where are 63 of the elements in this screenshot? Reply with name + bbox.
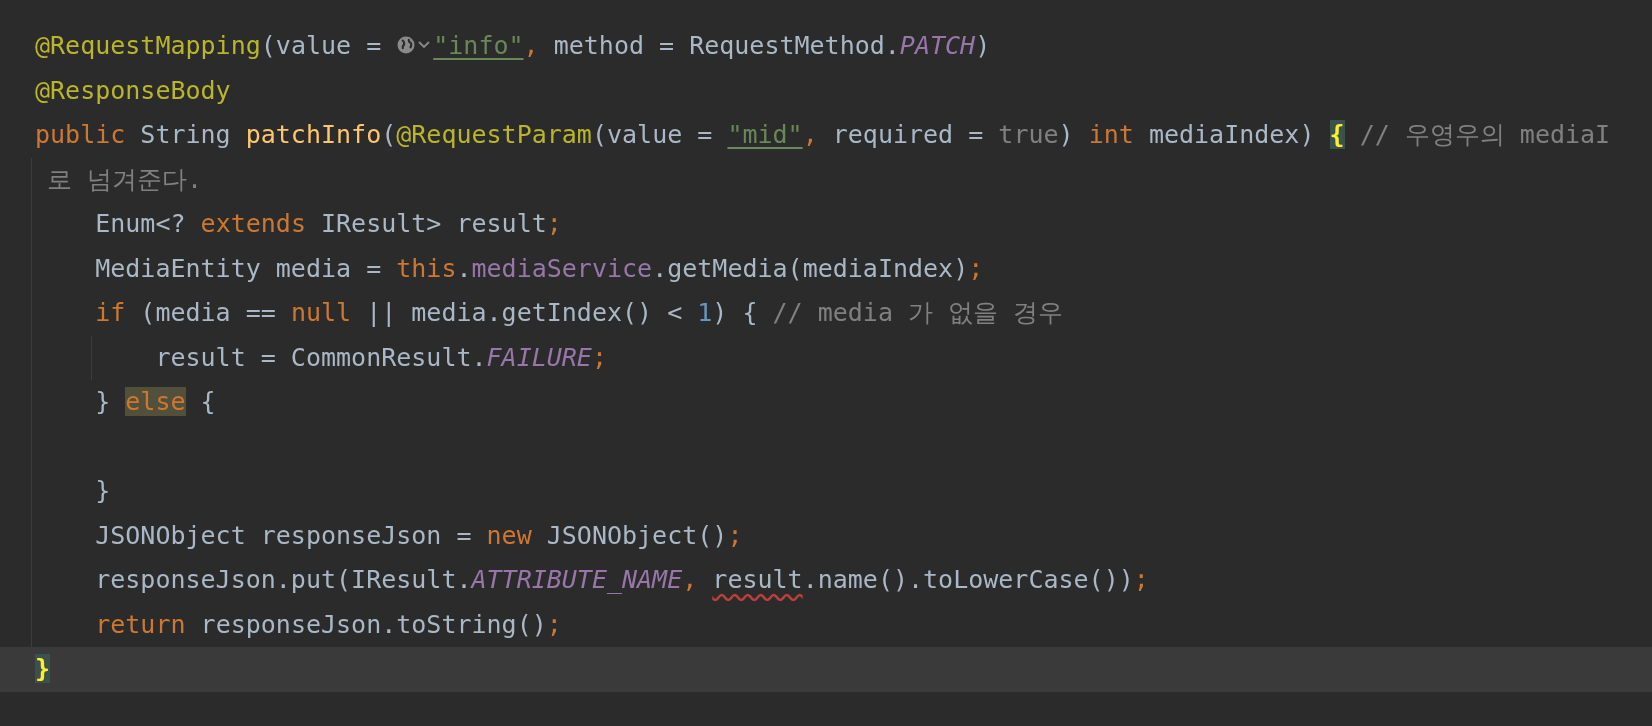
string-literal-link[interactable]: "info"	[433, 31, 524, 60]
keyword-text: null	[290, 298, 353, 327]
keyword-text: ;	[591, 342, 607, 372]
code-text: || media.getIndex() <	[366, 298, 684, 327]
constant-text: PATCH	[899, 31, 976, 60]
code-text: }	[94, 476, 111, 505]
code-text: JSONObject()	[546, 520, 728, 550]
code-text: result = CommonResult.	[154, 342, 487, 372]
comment-text: // 우영우의 mediaI	[1358, 120, 1611, 149]
literal-text: true	[998, 120, 1059, 149]
code-text: mediaIndex)	[1148, 120, 1316, 149]
keyword-text: ,	[802, 120, 819, 149]
keyword-text: ,	[682, 565, 699, 594]
error-text: result	[712, 565, 803, 594]
matched-brace: }	[35, 654, 51, 683]
chevron-down-icon[interactable]	[417, 40, 432, 50]
keyword-text: this	[396, 253, 457, 283]
keyword-text: extends	[200, 209, 307, 238]
annotation-text: @RequestMapping	[35, 31, 261, 60]
keyword-text: return	[94, 609, 187, 639]
code-text: (media ==	[140, 298, 277, 327]
keyword-text: ;	[546, 209, 562, 238]
string-literal-link[interactable]: "mid"	[727, 120, 803, 149]
code-text: responseJson.toString()	[200, 609, 547, 639]
keyword-text: ;	[727, 520, 743, 550]
annotation-text: @ResponseBody	[35, 75, 231, 105]
keyword-text: new	[486, 520, 533, 550]
comment-text: // media 가 없을 경우	[772, 298, 1064, 327]
code-text: .getMedia(mediaIndex)	[652, 253, 969, 283]
code-text: (value =	[260, 31, 383, 60]
code-text: )	[975, 31, 991, 60]
method-name: patchInfo	[245, 120, 382, 149]
code-text: }	[94, 387, 112, 416]
highlighted-keyword: else	[125, 387, 186, 416]
code-text: ) {	[712, 298, 759, 327]
code-text: )	[1058, 120, 1075, 149]
keyword-text: ;	[1133, 565, 1149, 594]
code-text: {	[199, 387, 216, 416]
code-text: Enum<?	[94, 209, 187, 238]
code-text: method = RequestMethod.	[553, 31, 900, 60]
constant-text: FAILURE	[486, 342, 592, 372]
code-text: String	[140, 120, 232, 149]
code-text: .name().toLowerCase())	[802, 565, 1134, 594]
keyword-text: ;	[968, 253, 984, 283]
keyword-text: ,	[523, 31, 540, 60]
code-text: .	[456, 253, 472, 283]
code-text: IResult> result	[321, 209, 547, 238]
constant-text: ATTRIBUTE_NAME	[471, 565, 683, 594]
keyword-text: int	[1088, 120, 1135, 149]
annotation-text: @RequestParam	[396, 120, 592, 149]
code-text: (	[381, 120, 397, 149]
keyword-text: ;	[546, 609, 562, 639]
code-text: MediaEntity media =	[94, 253, 383, 283]
matched-brace: {	[1329, 120, 1345, 149]
comment-text: 로 넘겨준다.	[47, 164, 203, 194]
keyword-text: if	[94, 298, 127, 327]
code-text: required =	[832, 120, 985, 149]
globe-icon[interactable]	[396, 35, 417, 55]
code-text: (value =	[591, 120, 714, 149]
code-text: JSONObject responseJson =	[94, 520, 473, 550]
field-name: mediaService	[471, 253, 653, 283]
number-literal: 1	[697, 298, 713, 327]
keyword-text: public	[35, 120, 127, 149]
